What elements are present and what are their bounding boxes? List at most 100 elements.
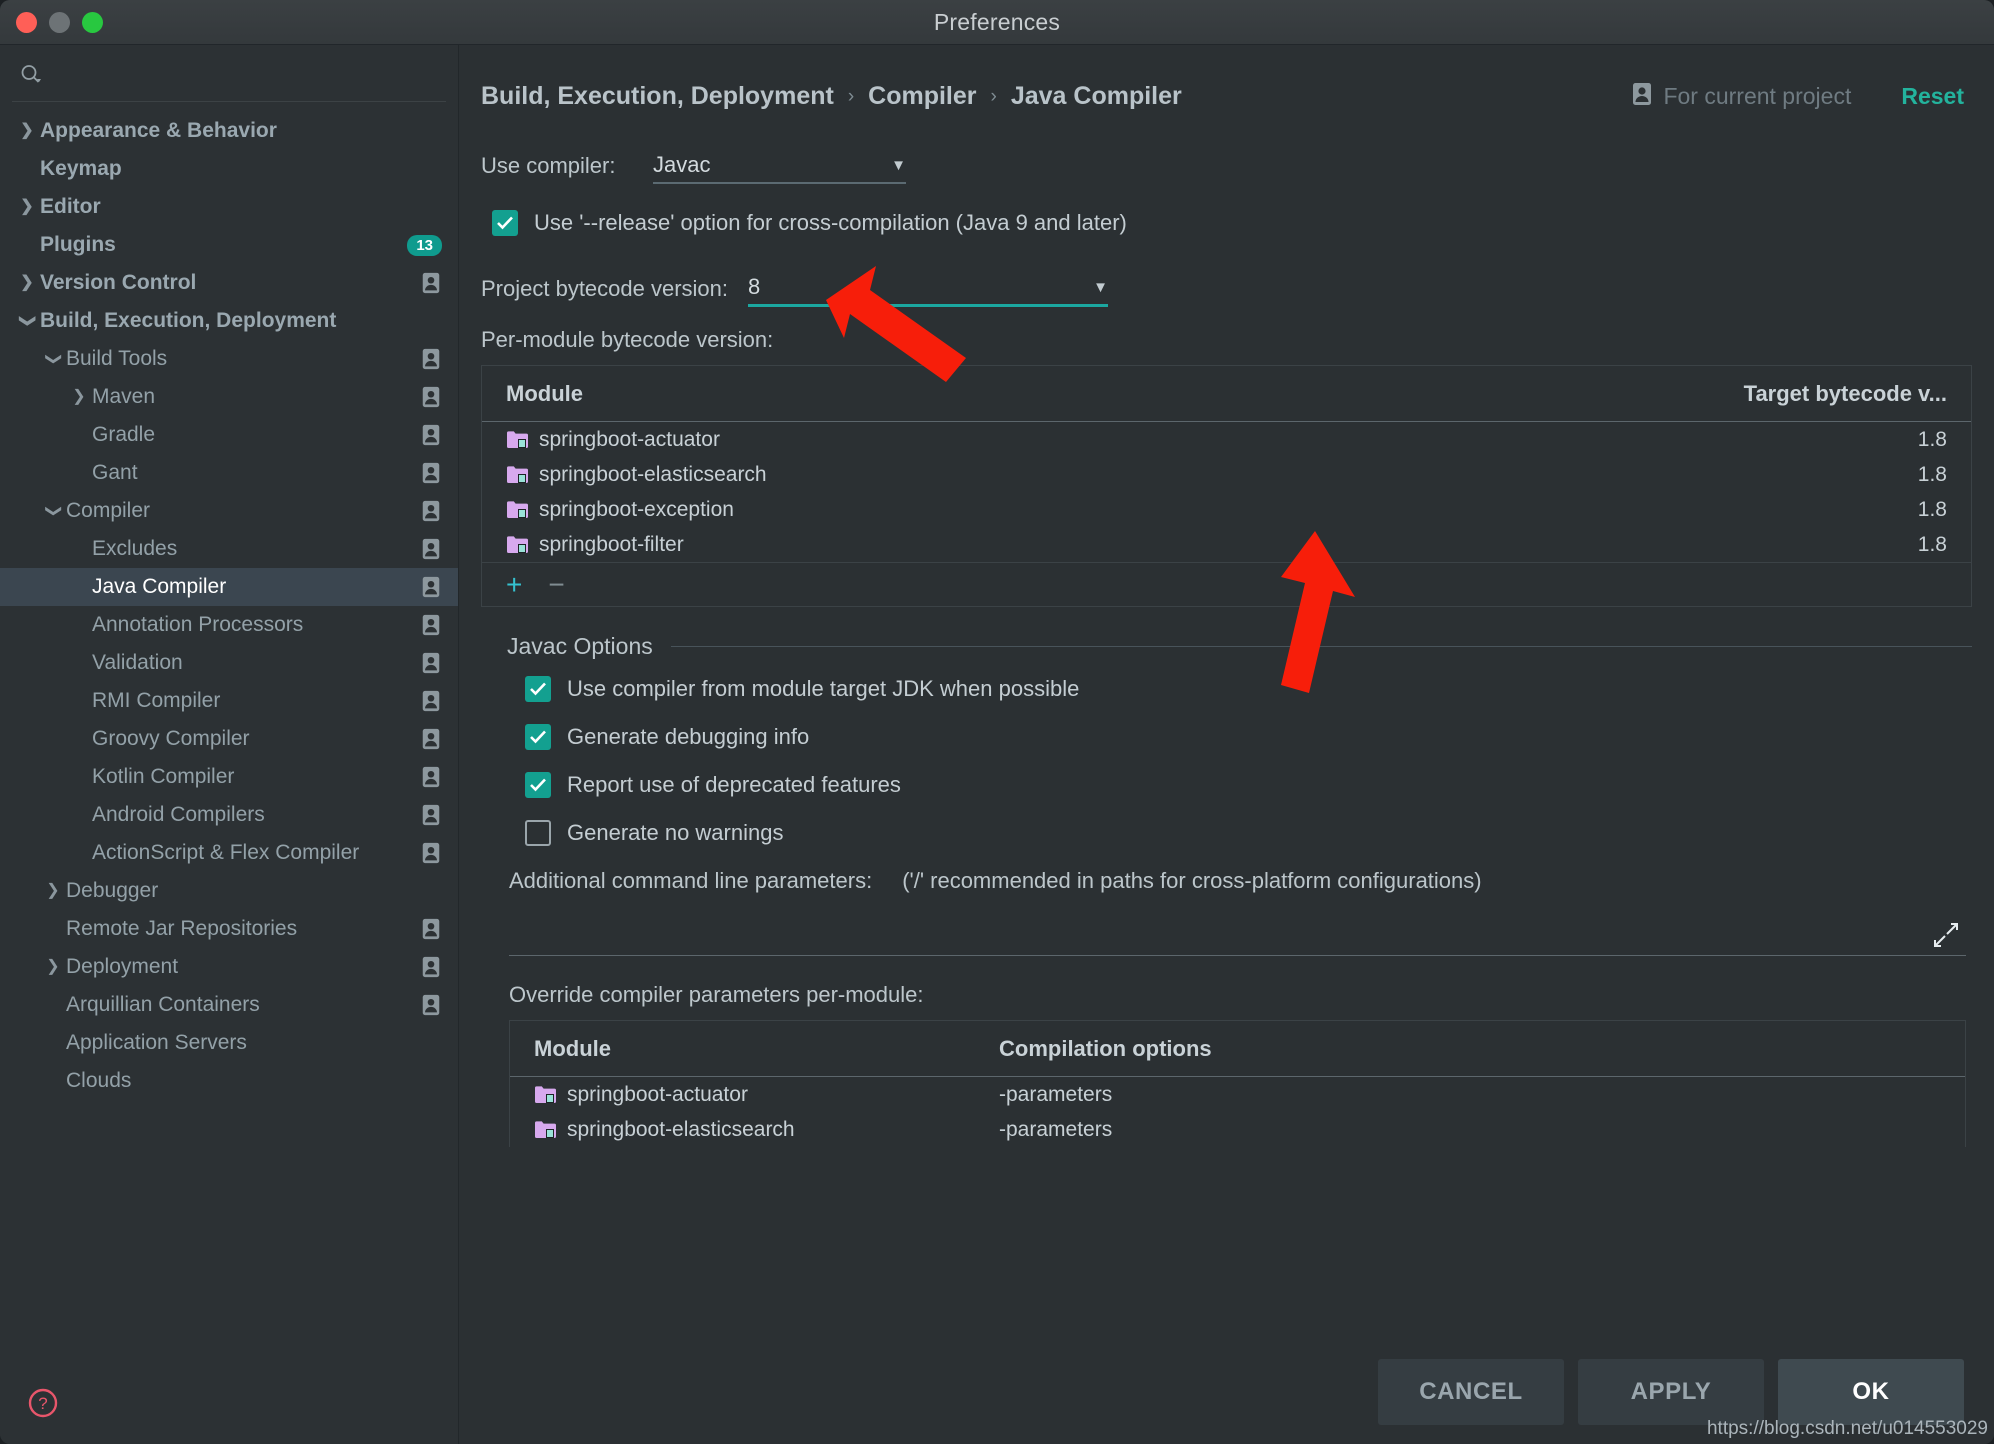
project-bytecode-select[interactable]: 8 ▼ [748,270,1109,307]
expand-arrows-icon[interactable] [1932,921,1960,949]
javac-option-row[interactable]: Generate no warnings [525,820,1972,846]
table-row[interactable]: springboot-actuator 1.8 [482,422,1971,457]
sidebar-item-build-tools[interactable]: ❯ Build Tools [0,340,458,378]
folder-icon [506,500,528,519]
javac-option-checkbox[interactable] [525,724,551,750]
sidebar-item-clouds[interactable]: Clouds [0,1062,458,1100]
target-bytecode-value[interactable]: 1.8 [1918,428,1947,452]
sidebar-item-label: Version Control [40,271,197,294]
javac-option-checkbox[interactable] [525,820,551,846]
module-name: springboot-exception [539,497,734,521]
sidebar-item-label: Gant [92,461,138,484]
use-compiler-label: Use compiler: [481,153,616,178]
sidebar-item-build-execution-deployment[interactable]: ❯ Build, Execution, Deployment [0,302,458,340]
table-row[interactable]: springboot-exception 1.8 [482,492,1971,527]
remove-module-icon[interactable]: − [548,570,564,599]
person-icon [420,537,442,561]
folder-icon [534,1085,556,1104]
cancel-button[interactable]: CANCEL [1378,1359,1564,1425]
ok-button[interactable]: OK [1778,1359,1964,1425]
override-table-header: Module Compilation options [510,1021,1965,1077]
sidebar-item-label: Gradle [92,423,156,446]
sidebar-item-application-servers[interactable]: Application Servers [0,1024,458,1062]
chevron-right-icon[interactable]: ❯ [14,123,40,139]
target-bytecode-value[interactable]: 1.8 [1918,498,1947,522]
javac-option-checkbox[interactable] [525,676,551,702]
javac-option-checkbox[interactable] [525,772,551,798]
chevron-right-icon[interactable]: ❯ [14,275,40,291]
add-module-icon[interactable]: + [506,570,522,599]
search-input[interactable] [44,64,440,86]
sidebar-item-label: Maven [92,385,156,408]
sidebar-item-arquillian-containers[interactable]: Arquillian Containers [0,986,458,1024]
sidebar-item-label: Build Tools [66,347,168,370]
sidebar-item-annotation-processors[interactable]: Annotation Processors [0,606,458,644]
target-bytecode-value[interactable]: 1.8 [1918,533,1947,557]
javac-option-row[interactable]: Report use of deprecated features [525,772,1972,798]
person-icon [420,613,442,637]
sidebar-item-validation[interactable]: Validation [0,644,458,682]
additional-params-input[interactable] [509,894,1966,956]
sidebar-item-java-compiler[interactable]: Java Compiler [0,568,458,606]
person-icon [420,499,442,523]
sidebar-item-debugger[interactable]: ❯ Debugger [0,872,458,910]
sidebar-item-excludes[interactable]: Excludes [0,530,458,568]
sidebar-item-gant[interactable]: Gant [0,454,458,492]
chevron-right-icon[interactable]: ❯ [66,389,92,405]
sidebar-item-editor[interactable]: ❯ Editor [0,188,458,226]
sidebar-item-keymap[interactable]: Keymap [0,150,458,188]
sidebar-item-kotlin-compiler[interactable]: Kotlin Compiler [0,758,458,796]
table-row[interactable]: springboot-elasticsearch 1.8 [482,457,1971,492]
breadcrumb-item-0[interactable]: Build, Execution, Deployment [481,82,834,111]
column-header-module[interactable]: Module [534,1036,999,1062]
table-row[interactable]: springboot-actuator -parameters [510,1077,1965,1112]
column-header-compilation-options[interactable]: Compilation options [999,1036,1212,1062]
sidebar-item-groovy-compiler[interactable]: Groovy Compiler [0,720,458,758]
sidebar-item-rmi-compiler[interactable]: RMI Compiler [0,682,458,720]
column-header-target[interactable]: Target bytecode v... [1744,381,1947,407]
sidebar-search[interactable] [0,53,458,97]
sidebar-item-label: Editor [40,195,101,218]
person-icon [420,575,442,599]
javac-option-row[interactable]: Use compiler from module target JDK when… [525,676,1972,702]
release-option-row[interactable]: Use '--release' option for cross-compila… [492,210,1972,236]
chevron-right-icon[interactable]: ❯ [40,959,66,975]
reset-link[interactable]: Reset [1901,83,1964,110]
chevron-right-icon[interactable]: ❯ [40,883,66,899]
apply-button[interactable]: APPLY [1578,1359,1764,1425]
sidebar-item-label: Arquillian Containers [66,993,260,1016]
override-section: Override compiler parameters per-module: [509,982,1972,1008]
sidebar-item-plugins[interactable]: Plugins 13 [0,226,458,264]
sidebar-item-version-control[interactable]: ❯ Version Control [0,264,458,302]
scope-indicator: For current project [1630,81,1851,112]
compilation-options-value[interactable]: -parameters [999,1083,1112,1107]
sidebar-item-label: Remote Jar Repositories [66,917,298,940]
table-row[interactable]: springboot-elasticsearch -parameters [510,1112,1965,1147]
folder-icon [506,535,528,554]
compilation-options-value[interactable]: -parameters [999,1118,1112,1142]
sidebar-item-remote-jar-repositories[interactable]: Remote Jar Repositories [0,910,458,948]
chevron-down-icon[interactable]: ❯ [45,346,62,372]
help-button[interactable]: ? [24,1384,62,1422]
release-option-checkbox[interactable] [492,210,518,236]
additional-params-hint: ('/' recommended in paths for cross-plat… [902,868,1482,893]
sidebar-item-label: Keymap [40,157,122,180]
use-compiler-select[interactable]: Javac ▼ [653,148,906,184]
chevron-down-icon[interactable]: ❯ [45,498,62,524]
target-bytecode-value[interactable]: 1.8 [1918,463,1947,487]
javac-option-row[interactable]: Generate debugging info [525,724,1972,750]
table-row[interactable]: springboot-filter 1.8 [482,527,1971,562]
column-header-module[interactable]: Module [506,381,1744,407]
chevron-down-icon[interactable]: ❯ [19,308,36,334]
chevron-right-icon[interactable]: ❯ [14,199,40,215]
sidebar-item-actionscript-flex-compiler[interactable]: ActionScript & Flex Compiler [0,834,458,872]
sidebar-item-gradle[interactable]: Gradle [0,416,458,454]
sidebar-item-maven[interactable]: ❯ Maven [0,378,458,416]
sidebar-item-deployment[interactable]: ❯ Deployment [0,948,458,986]
person-icon [420,689,442,713]
sidebar-item-compiler[interactable]: ❯ Compiler [0,492,458,530]
sidebar-item-label: RMI Compiler [92,689,221,712]
breadcrumb-item-1[interactable]: Compiler [868,82,976,111]
sidebar-item-android-compilers[interactable]: Android Compilers [0,796,458,834]
sidebar-item-appearance-behavior[interactable]: ❯ Appearance & Behavior [0,112,458,150]
